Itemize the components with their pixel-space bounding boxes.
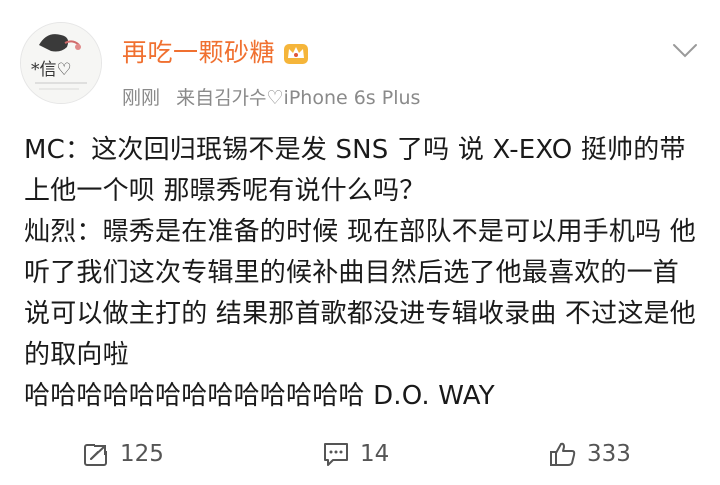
action-bar: 125 14 333 [0,432,720,476]
post-time: 刚刚 [122,87,161,109]
crown-badge-icon[interactable] [283,41,309,65]
repost-icon [84,440,110,466]
comment-count: 14 [360,441,390,467]
post-line: MC：这次回归珉锡不是发 SNS 了吗 说 X-EXO 挺帅的带上他一个呗 那暻… [24,135,686,206]
username-row: 再吃一颗砂糖 [122,38,309,68]
post-source[interactable]: 来自김가수♡iPhone 6s Plus [176,87,420,109]
like-button[interactable]: 333 [549,432,631,476]
post-line: 哈哈哈哈哈哈哈哈哈哈哈哈哈 D.O. WAY [24,381,495,411]
comment-button[interactable]: 14 [322,432,389,476]
post-line: 灿烈：暻秀是在准备的时候 现在部队不是可以用手机吗 他听了我们这次专辑里的候补曲… [24,217,696,370]
post-meta: 刚刚 来自김가수♡iPhone 6s Plus [122,86,420,110]
post-content: MC：这次回归珉锡不是发 SNS 了吗 说 X-EXO 挺帅的带上他一个呗 那暻… [24,130,704,417]
chevron-down-icon[interactable] [672,42,698,60]
repost-button[interactable]: 125 [82,432,164,476]
repost-count: 125 [120,441,164,467]
like-count: 333 [587,441,631,467]
thumbs-up-icon [550,442,576,466]
username[interactable]: 再吃一颗砂糖 [122,38,275,68]
avatar[interactable]: *信♡ [20,22,102,104]
avatar-text: *信♡ [31,60,72,80]
avatar-image: *信♡ [21,23,101,103]
comment-icon [324,443,348,466]
weibo-post: *信♡ 再吃一颗砂糖 刚刚 来自김가수♡iPhone 6s Plus MC：这次… [0,0,720,485]
